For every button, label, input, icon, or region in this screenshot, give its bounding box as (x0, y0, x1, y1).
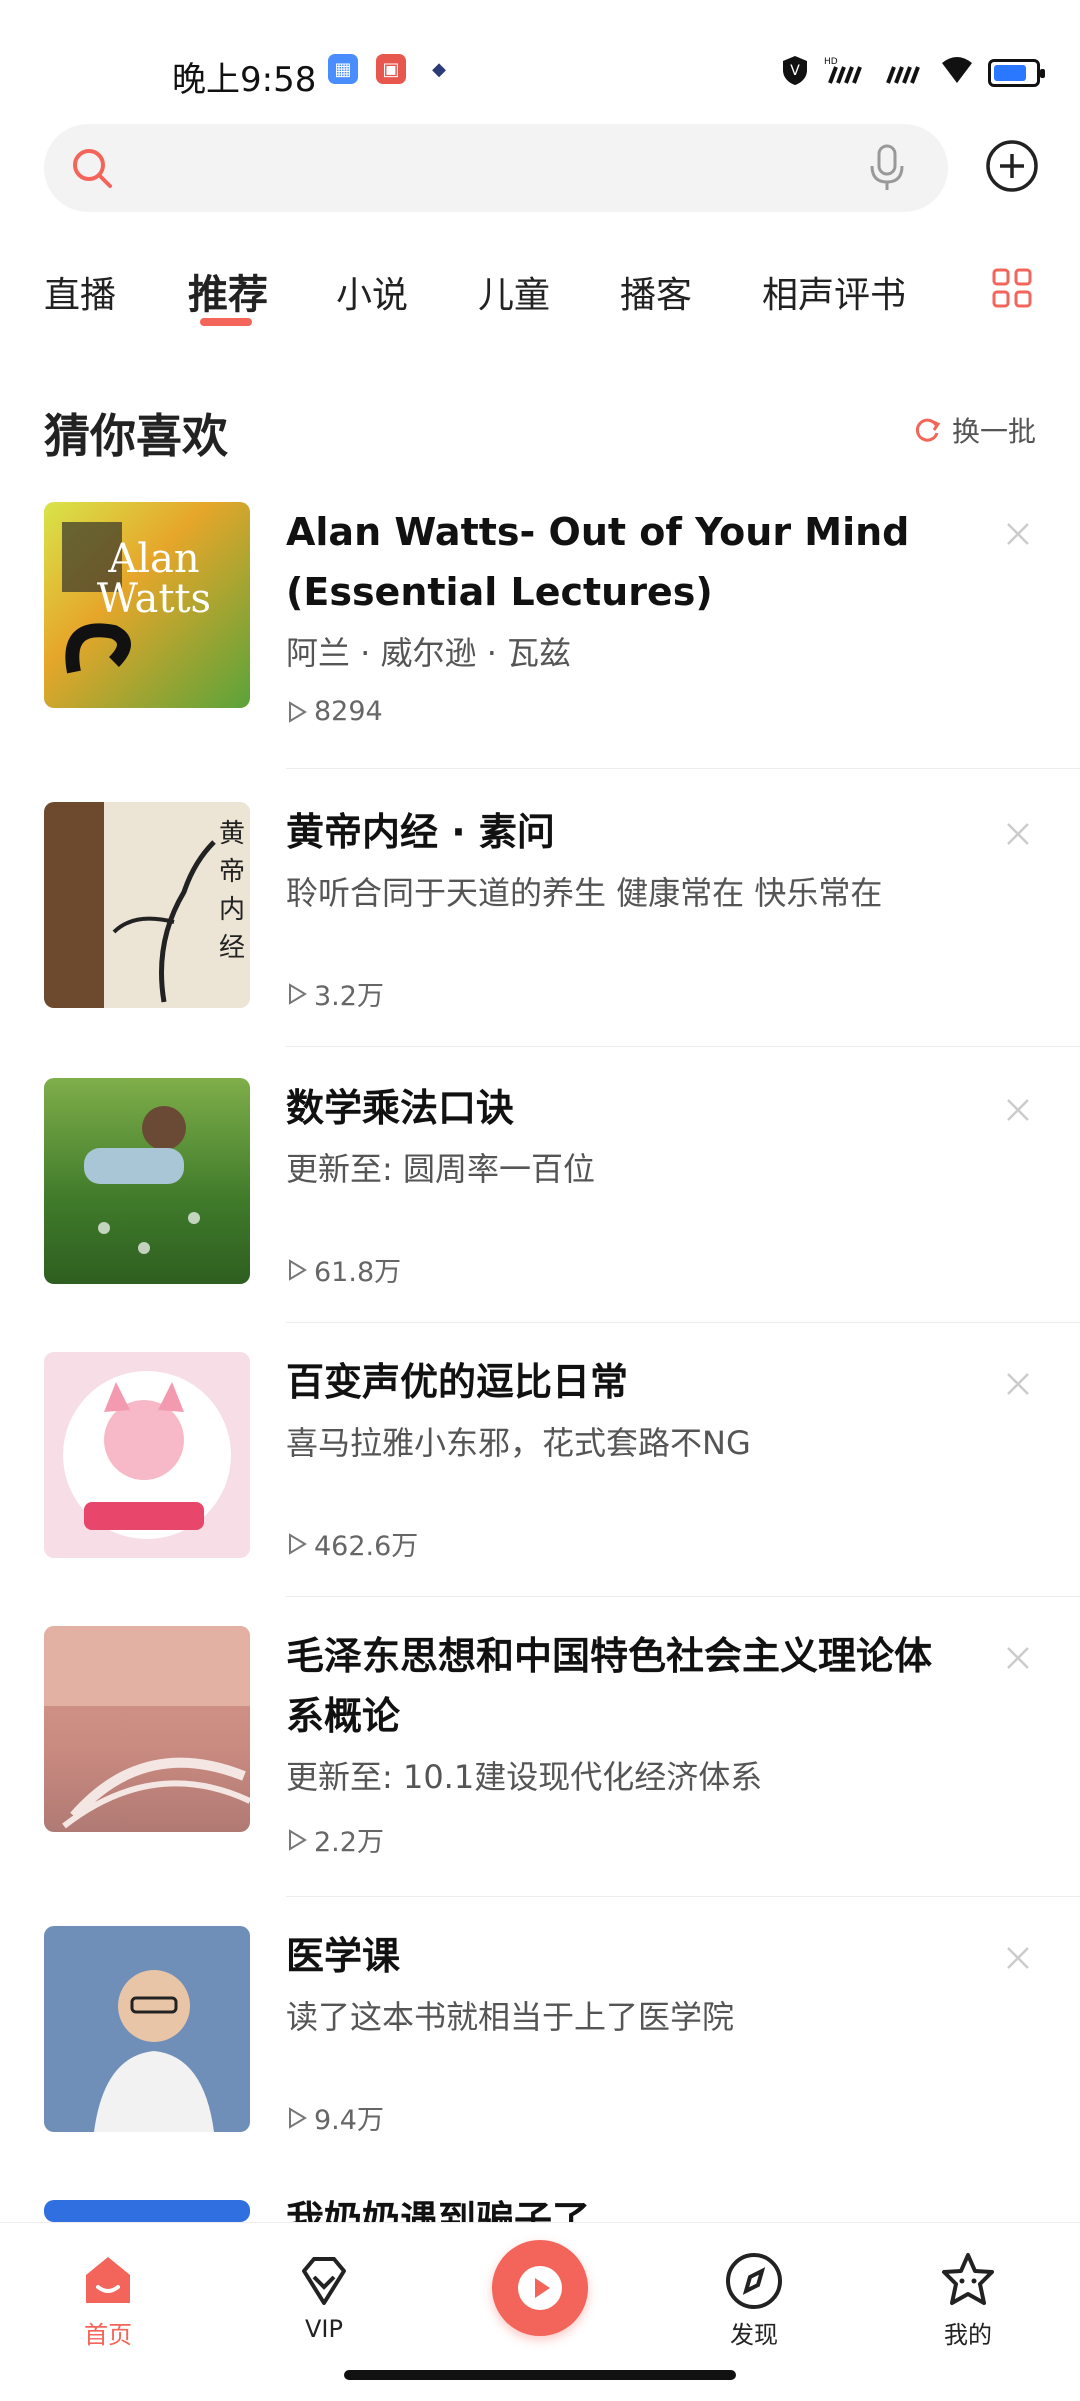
play-count: 462.6万 (286, 1524, 418, 1563)
app-notification-icon: ▣ (376, 54, 406, 84)
player-button[interactable] (492, 2240, 588, 2336)
album-cover: Alan Watts (44, 502, 250, 708)
album-cover (44, 1078, 250, 1284)
divider (286, 768, 1080, 769)
all-categories-icon[interactable] (990, 266, 1034, 310)
section-title: 猜你喜欢 (44, 409, 228, 463)
vpn-icon: V (780, 54, 810, 92)
item-subtitle: 喜马拉雅小东邪，花式套路不NG (286, 1424, 751, 1462)
album-cover: 黄 帝 内 经 (44, 802, 250, 1008)
play-count-icon (289, 700, 307, 723)
play-count: 2.2万 (286, 1820, 384, 1859)
svg-text:帝: 帝 (219, 857, 245, 887)
system-icons: V HD (780, 54, 1045, 92)
dismiss-icon[interactable] (1004, 1096, 1032, 1124)
svg-text:经: 经 (219, 933, 245, 963)
divider (286, 1596, 1080, 1597)
dismiss-icon[interactable] (1004, 1370, 1032, 1398)
dismiss-icon[interactable] (1004, 1644, 1032, 1672)
active-tab-indicator (200, 318, 252, 326)
home-indicator[interactable] (344, 2370, 736, 2380)
tab-live[interactable]: 直播 (44, 266, 116, 318)
item-title: 医学课 (286, 1934, 401, 1978)
compass-icon (726, 2253, 782, 2309)
microphone-icon[interactable] (866, 142, 908, 194)
tab-recommend[interactable]: 推荐 (188, 262, 268, 320)
signal-icon (882, 55, 926, 91)
svg-text:HD: HD (824, 57, 838, 67)
item-title: 百变声优的逗比日常 (286, 1360, 629, 1404)
divider (286, 1896, 1080, 1897)
search-icon (73, 149, 112, 188)
item-subtitle: 更新至: 10.1建设现代化经济体系 (286, 1758, 763, 1796)
status-bar: 晚上9:58 ▦ ▣ ◆ V HD (0, 0, 1080, 110)
wifi-icon (940, 55, 974, 91)
add-icon[interactable] (984, 138, 1040, 194)
item-title: 我奶奶遇到骗子了 (286, 2200, 591, 2222)
tab-novel[interactable]: 小说 (336, 266, 408, 318)
tab-podcast[interactable]: 播客 (620, 266, 692, 318)
item-subtitle: 聆听合同于天道的养生 健康常在 快乐常在 (286, 874, 883, 912)
album-cover (44, 1926, 250, 2132)
svg-text:黄: 黄 (219, 819, 245, 849)
nav-discover[interactable]: 发现 (694, 2249, 814, 2350)
play-icon (518, 2266, 562, 2310)
play-count: 9.4万 (286, 2098, 384, 2137)
tab-children[interactable]: 儿童 (478, 266, 550, 318)
play-count-icon (289, 1828, 307, 1851)
divider (286, 1322, 1080, 1323)
app-notification-icon: ▦ (328, 54, 358, 84)
refresh-label: 换一批 (951, 415, 1036, 448)
play-count-icon (289, 982, 307, 1005)
signal-icon: HD (824, 55, 868, 91)
home-icon (86, 2257, 130, 2303)
status-time: 晚上9:58 (172, 60, 317, 100)
category-tabs: 直播 推荐 小说 儿童 播客 相声评书 (44, 256, 1044, 346)
nav-home[interactable]: 首页 (48, 2249, 168, 2350)
tab-crosstalk[interactable]: 相声评书 (762, 266, 906, 318)
item-title: Alan Watts- Out of Your Mind (Essential … (286, 510, 910, 614)
nav-mine[interactable]: 我的 (908, 2249, 1028, 2350)
item-title: 毛泽东思想和中国特色社会主义理论体 系概论 (286, 1634, 933, 1738)
play-count: 3.2万 (286, 974, 384, 1013)
dismiss-icon[interactable] (1004, 520, 1032, 548)
play-count-icon (289, 1258, 307, 1281)
dismiss-icon[interactable] (1004, 820, 1032, 848)
cat-app-icon: ◆ (424, 54, 454, 84)
album-cover (44, 1626, 250, 1832)
item-title: 数学乘法口诀 (286, 1086, 515, 1130)
divider (286, 1046, 1080, 1047)
battery-icon (988, 59, 1045, 87)
dismiss-icon[interactable] (1004, 1944, 1032, 1972)
vip-diamond-icon (302, 2257, 346, 2305)
play-count-icon (289, 2106, 307, 2129)
refresh-button[interactable]: 换一批 (912, 410, 1036, 450)
play-count: 8294 (286, 696, 383, 727)
item-subtitle: 阿兰 · 威尔逊 · 瓦兹 (286, 634, 572, 672)
nav-vip[interactable]: VIP (264, 2249, 384, 2343)
item-subtitle: 更新至: 圆周率一百位 (286, 1150, 595, 1188)
item-title: 黄帝内经 · 素问 (286, 810, 555, 854)
profile-star-icon (942, 2253, 994, 2305)
svg-text:V: V (790, 63, 800, 79)
album-cover (44, 2200, 250, 2222)
svg-text:Watts: Watts (97, 576, 211, 622)
album-cover (44, 1352, 250, 1558)
svg-text:内: 内 (219, 895, 245, 925)
item-subtitle: 读了这本书就相当于上了医学院 (286, 1998, 735, 2036)
refresh-icon (915, 418, 941, 442)
search-input[interactable] (44, 124, 948, 212)
play-count: 61.8万 (286, 1250, 401, 1289)
notification-icons: ▦ ▣ ◆ (328, 54, 454, 84)
play-count-icon (289, 1532, 307, 1555)
